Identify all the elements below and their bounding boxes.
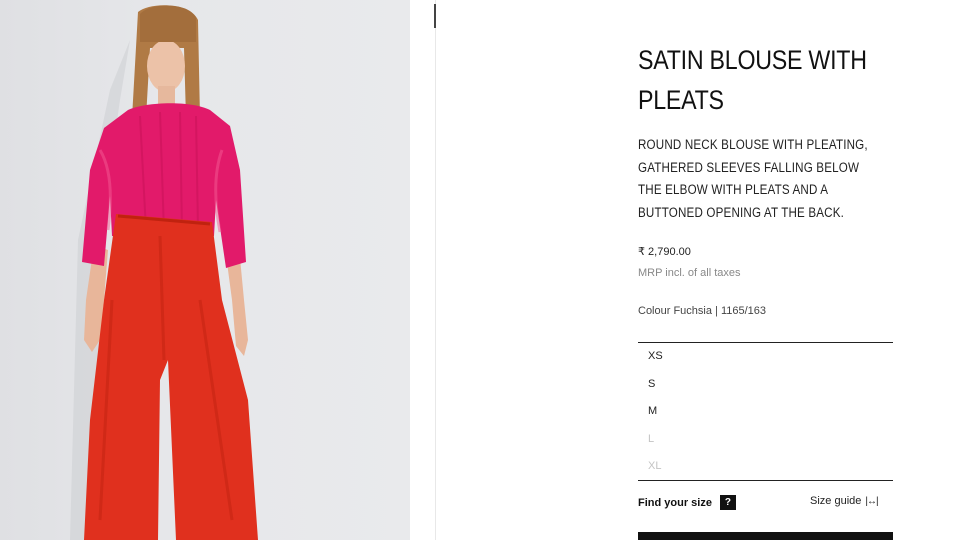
add-to-bag-button[interactable]	[638, 532, 893, 540]
ruler-icon: |↔|	[865, 495, 878, 507]
product-title-line-1: SATIN BLOUSE WITH	[638, 45, 867, 75]
find-your-size-link[interactable]: Find your size ?	[638, 495, 736, 510]
size-option-xl[interactable]: XL	[648, 460, 661, 472]
description-line: ROUND NECK BLOUSE WITH PLEATING,	[638, 137, 868, 152]
colour-reference: Colour Fuchsia | 1165/163	[638, 305, 767, 317]
tax-note: MRP incl. of all taxes	[638, 267, 741, 279]
size-option-s[interactable]: S	[648, 378, 655, 390]
find-your-size-label: Find your size	[638, 496, 712, 509]
question-icon: ?	[719, 495, 736, 510]
product-description: ROUND NECK BLOUSE WITH PLEATING, GATHERE…	[638, 134, 896, 224]
model-illustration	[70, 5, 258, 540]
product-price: ₹ 2,790.00	[638, 246, 691, 258]
description-line: BUTTONED OPENING AT THE BACK.	[638, 204, 845, 220]
size-option-xs[interactable]: XS	[648, 350, 663, 362]
size-guide-link[interactable]: Size guide |↔|	[810, 495, 879, 507]
image-scroll-indicator[interactable]	[434, 4, 436, 28]
size-guide-label: Size guide	[810, 495, 862, 507]
description-line: THE ELBOW WITH PLEATS AND A	[638, 182, 829, 197]
column-divider	[435, 0, 436, 540]
size-selector: XS S M L XL	[638, 342, 893, 481]
product-image[interactable]	[0, 0, 410, 540]
size-option-l[interactable]: L	[648, 433, 654, 445]
product-title-line-2: PLEATS	[638, 85, 724, 115]
size-option-m[interactable]: M	[648, 405, 657, 417]
product-title: SATIN BLOUSE WITH PLEATS	[638, 40, 896, 120]
description-line: GATHERED SLEEVES FALLING BELOW	[638, 159, 860, 175]
